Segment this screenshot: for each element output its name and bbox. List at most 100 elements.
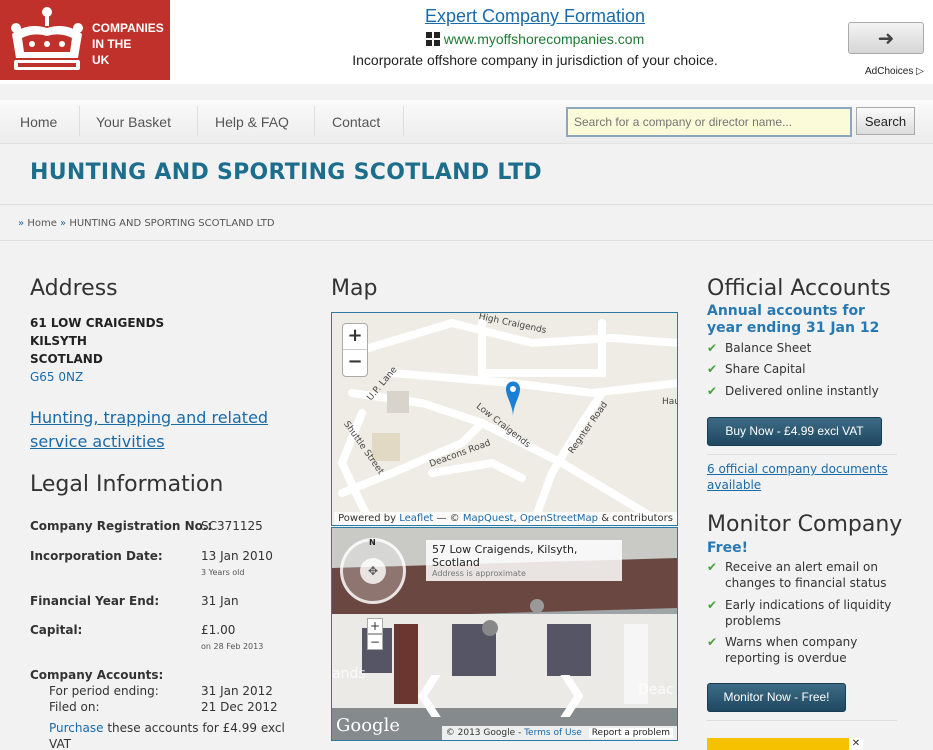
report-problem-link[interactable]: Report a problem: [588, 728, 673, 738]
terms-of-use-link[interactable]: Terms of Use: [524, 728, 582, 738]
attribution-mid: — ©: [433, 513, 463, 524]
feature-item: ✔ Balance Sheet: [707, 340, 895, 356]
sv-overlay-text: Deac: [638, 682, 674, 698]
map-roads: [337, 318, 677, 525]
monitor-free-label: Free!: [707, 540, 748, 556]
feature-text: Balance Sheet: [725, 341, 812, 355]
openstreetmap-link[interactable]: OpenStreetMap: [520, 513, 598, 524]
address-line-2: KILSYTH: [30, 334, 87, 348]
sv-zoom-in[interactable]: +: [367, 618, 383, 634]
filed-label: Filed on:: [49, 700, 100, 714]
fye-label: Financial Year End:: [30, 594, 160, 608]
divider: [0, 240, 933, 241]
close-icon[interactable]: ✕: [849, 738, 863, 750]
buy-now-button[interactable]: Buy Now - £4.99 excl VAT: [707, 417, 882, 446]
nav-home[interactable]: Home: [20, 114, 57, 130]
search-input[interactable]: [566, 107, 852, 137]
accounts-label: Company Accounts:: [30, 668, 164, 682]
feature-text: Receive an alert email on changes to fin…: [725, 560, 887, 590]
check-icon: ✔: [707, 362, 718, 376]
map-zoom-control: + −: [342, 323, 368, 377]
logo-text: COMPANIES IN THE UK: [92, 20, 164, 68]
postcode-link[interactable]: G65 0NZ: [30, 370, 83, 384]
nav-divider: [197, 106, 198, 136]
check-icon: ✔: [707, 635, 718, 649]
nav-contact[interactable]: Contact: [332, 114, 380, 130]
legal-heading: Legal Information: [30, 472, 224, 497]
street-label: Hau: [662, 397, 677, 407]
official-accounts-heading: Official Accounts: [707, 276, 891, 301]
filed-value: 21 Dec 2012: [201, 700, 278, 714]
nav-help-faq[interactable]: Help & FAQ: [215, 114, 289, 130]
street-view-compass[interactable]: N ✥: [340, 538, 406, 604]
address-block: 61 LOW CRAIGENDS KILSYTH SCOTLAND G65 0N…: [30, 314, 164, 386]
check-icon: ✔: [707, 598, 718, 612]
street-view[interactable]: N ✥ + − 57 Low Craigends, Kilsyth, Scotl…: [331, 527, 678, 741]
feature-item: ✔ Share Capital: [707, 361, 895, 377]
divider: [707, 720, 897, 721]
ad-banner: Expert Company Formation www.myoffshorec…: [300, 0, 770, 84]
nav-divider: [403, 106, 404, 136]
feature-text: Share Capital: [725, 362, 806, 376]
sv-zoom-out[interactable]: −: [367, 634, 383, 650]
breadcrumb: » Home » HUNTING AND SPORTING SCOTLAND L…: [18, 218, 275, 229]
address-heading: Address: [30, 276, 118, 301]
monitor-now-button[interactable]: Monitor Now - Free!: [707, 683, 846, 712]
breadcrumb-current: HUNTING AND SPORTING SCOTLAND LTD: [69, 218, 275, 229]
check-icon: ✔: [707, 560, 718, 574]
search-button[interactable]: Search: [856, 107, 915, 135]
logo-line-2: IN THE: [92, 37, 132, 51]
adchoices-link[interactable]: AdChoices ▷: [865, 66, 924, 77]
reg-no-label: Company Registration No.:: [30, 519, 213, 533]
mapquest-link[interactable]: MapQuest: [463, 513, 514, 524]
ad-title-link[interactable]: Expert Company Formation: [300, 6, 770, 27]
feature-item: ✔ Early indications of liquidity problems: [707, 597, 895, 629]
zoom-in-button[interactable]: +: [343, 324, 367, 350]
nav-divider: [314, 106, 315, 136]
leaflet-link[interactable]: Leaflet: [399, 513, 433, 524]
top-banner: COMPANIES IN THE UK Expert Company Forma…: [0, 0, 933, 84]
crown-icon: [11, 7, 83, 70]
sv-copyright: © 2013 Google -: [445, 728, 525, 738]
purchase-link[interactable]: Purchase: [49, 721, 104, 735]
company-documents-link[interactable]: 6 official company documents available: [707, 461, 897, 493]
monitor-heading: Monitor Company: [707, 512, 903, 537]
google-logo: Google: [336, 715, 400, 736]
address-line-3: SCOTLAND: [30, 352, 103, 366]
feature-item: ✔ Delivered online instantly: [707, 383, 895, 399]
divider: [707, 454, 897, 455]
breadcrumb-home-link[interactable]: Home: [27, 218, 57, 229]
nav-divider: [79, 106, 80, 136]
sv-right-arrow-icon[interactable]: ❯: [554, 668, 589, 717]
bottom-ad[interactable]: ✕: [707, 738, 863, 750]
accounts-subheading: Annual accounts for year ending 31 Jan 1…: [707, 303, 880, 336]
feature-text: Warns when company reporting is overdue: [725, 635, 858, 665]
logo-line-3: UK: [92, 53, 110, 67]
street-view-footer: © 2013 Google - Terms of Use Report a pr…: [441, 726, 677, 740]
map-view[interactable]: High Craigends U.P. Lane Low Craigends S…: [331, 312, 678, 526]
street-view-address-label: 57 Low Craigends, Kilsyth, Scotland Addr…: [426, 540, 622, 581]
feature-item: ✔ Warns when company reporting is overdue: [707, 634, 895, 666]
incorporation-value: 13 Jan 2010: [201, 549, 273, 563]
check-icon: ✔: [707, 384, 718, 398]
purchase-text: Purchase these accounts for £4.99 excl V…: [49, 720, 289, 750]
nav-your-basket[interactable]: Your Basket: [96, 114, 171, 130]
fye-value: 31 Jan: [201, 594, 239, 608]
site-logo[interactable]: COMPANIES IN THE UK: [0, 0, 170, 80]
activity-link[interactable]: Hunting, trapping and related service ac…: [30, 406, 290, 454]
ad-url[interactable]: www.myoffshorecompanies.com: [300, 31, 770, 47]
attribution-suffix: & contributors: [598, 513, 673, 524]
ad-arrow-button[interactable]: ➜: [848, 22, 924, 54]
ad-url-text: www.myoffshorecompanies.com: [443, 31, 645, 47]
sv-address: 57 Low Craigends, Kilsyth, Scotland: [432, 543, 578, 569]
sv-left-arrow-icon[interactable]: ❮: [412, 668, 447, 717]
capital-date: on 28 Feb 2013: [201, 642, 264, 651]
check-icon: ✔: [707, 341, 718, 355]
breadcrumb-separator: »: [60, 218, 67, 229]
pan-icon: ✥: [360, 558, 386, 584]
divider: [0, 204, 933, 205]
zoom-out-button[interactable]: −: [343, 350, 367, 376]
breadcrumb-separator: »: [18, 218, 25, 229]
period-label: For period ending:: [49, 684, 159, 698]
incorporation-label: Incorporation Date:: [30, 549, 163, 563]
